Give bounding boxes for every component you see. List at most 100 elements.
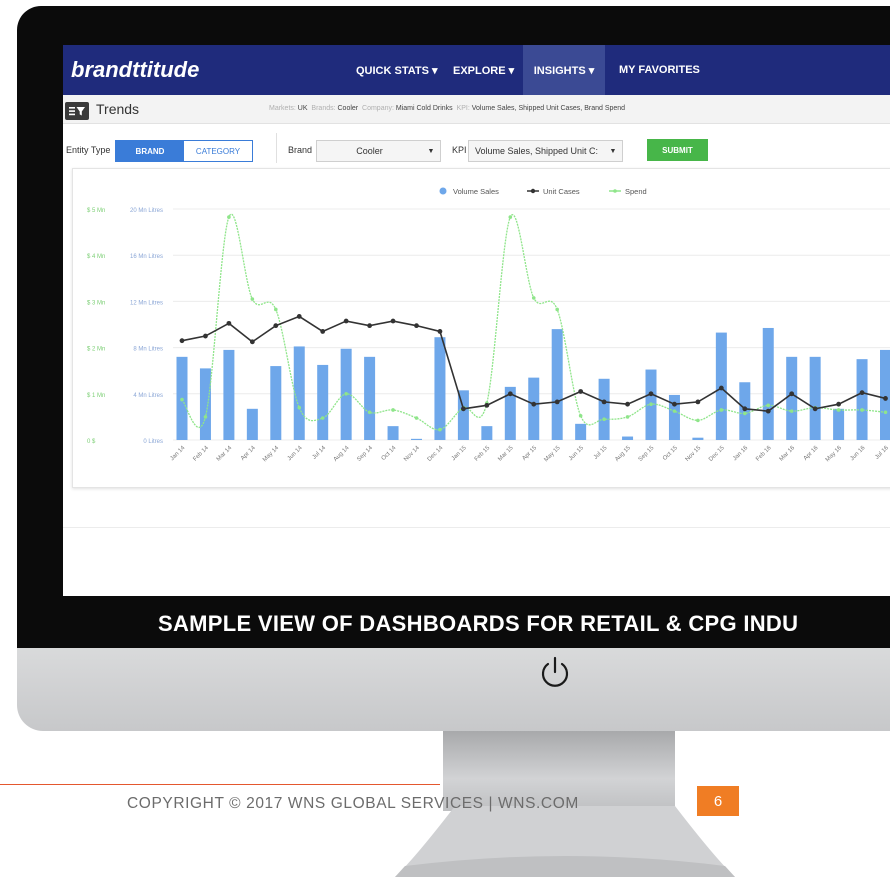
bar-volume-sales (434, 337, 446, 440)
point-spend (367, 410, 372, 415)
point-spend (227, 215, 231, 219)
x-tick-label: Feb 14 (192, 445, 210, 463)
crumb-value: Volume Sales, Shipped Unit Cases, Brand … (471, 105, 626, 112)
x-tick-label: Jan 14 (169, 445, 186, 462)
x-tick-label: Sep 14 (356, 445, 374, 463)
chevron-down-icon: ▼ (427, 147, 435, 155)
x-tick-label: Nov 14 (403, 445, 421, 463)
bar-volume-sales (270, 366, 282, 440)
bar-volume-sales (880, 349, 890, 440)
point-spend (438, 427, 442, 432)
point-unit-cases (648, 391, 654, 397)
bar-volume-sales (856, 359, 868, 440)
bar-volume-sales (762, 327, 774, 440)
trends-chart: 0 $ 0 Litres $ 1 Mn 4 Mn Litres $ 2 Mn 8 Mn L… (87, 187, 890, 464)
divider (63, 527, 890, 528)
point-spend (672, 409, 677, 413)
x-tick-label: Jun 16 (849, 445, 866, 462)
y-right-tick-label: 16 Mn Litres (130, 254, 163, 260)
point-unit-cases (859, 390, 865, 396)
crumb-key: Brands: (311, 105, 336, 112)
nav-explore[interactable]: EXPLORE ▾ (442, 45, 525, 95)
crumb-key: KPI: (456, 105, 470, 112)
bar-volume-sales (293, 346, 305, 440)
x-tick-label: Apr 15 (521, 445, 538, 462)
brand-select-value: Cooler (356, 146, 383, 156)
filter-toggle-icon[interactable] (65, 102, 89, 120)
point-spend (719, 408, 724, 412)
entity-category-button[interactable]: CATEGORY (184, 141, 252, 161)
slide-caption: SAMPLE VIEW OF DASHBOARDS FOR RETAIL & C… (158, 611, 799, 636)
x-tick-label: Feb 16 (755, 445, 773, 463)
x-tick-label: Aug 15 (614, 445, 632, 463)
point-unit-cases (273, 323, 279, 329)
x-tick-label: Sep 15 (638, 445, 656, 463)
y-right-tick-label: 12 Mn Litres (130, 300, 163, 306)
x-tick-label: Jan 16 (732, 445, 749, 462)
point-spend (250, 297, 255, 301)
legend-label: Unit Cases (543, 187, 580, 196)
point-spend (625, 415, 630, 419)
point-unit-cases (883, 396, 888, 401)
monitor-chin (17, 648, 890, 731)
point-spend (391, 408, 395, 412)
x-tick-label: Feb 15 (474, 445, 492, 463)
submit-button[interactable]: SUBMIT (647, 139, 708, 161)
point-unit-cases (437, 329, 443, 334)
point-spend (696, 418, 700, 423)
footer-copyright: COPYRIGHT © 2017 WNS GLOBAL SERVICES | W… (127, 795, 579, 812)
point-unit-cases (203, 333, 208, 339)
bar-volume-sales (387, 426, 399, 440)
point-spend (320, 416, 325, 420)
y-right-tick-label: 8 Mn Litres (133, 347, 163, 353)
x-tick-label: Jul 16 (874, 445, 890, 461)
kpi-label: KPI (452, 145, 467, 155)
x-tick-label: Apr 14 (240, 445, 257, 462)
bar-volume-sales (481, 426, 493, 440)
legend-unit-icon (530, 188, 536, 194)
point-unit-cases (507, 391, 513, 397)
point-spend (649, 402, 653, 406)
point-spend (180, 397, 184, 402)
nav-insights[interactable]: INSIGHTS ▾ (523, 45, 605, 95)
point-spend (274, 307, 278, 312)
legend-spend-icon (613, 189, 617, 193)
point-spend (414, 416, 419, 420)
nav-my-favorites[interactable]: MY FAVORITES (608, 45, 711, 95)
point-unit-cases (320, 329, 326, 334)
x-tick-label: Oct 15 (662, 445, 679, 462)
x-tick-label: May 15 (543, 445, 562, 464)
dashboard-screen: brandttitude QUICK STATS ▾ EXPLORE ▾ INS… (63, 45, 890, 596)
point-unit-cases (249, 339, 255, 345)
bar-volume-sales (223, 349, 235, 440)
bar-volume-sales (809, 356, 821, 440)
bar-volume-sales (575, 423, 587, 440)
x-tick-label: Jan 15 (451, 445, 468, 462)
nav-quick-stats[interactable]: QUICK STATS ▾ (345, 45, 449, 95)
kpi-select[interactable]: Volume Sales, Shipped Unit C: ▼ (468, 140, 623, 162)
x-tick-label: Mar 14 (216, 445, 234, 463)
entity-brand-button[interactable]: BRAND (116, 141, 184, 161)
point-unit-cases (343, 318, 349, 324)
point-spend (555, 307, 559, 312)
point-spend (578, 413, 583, 418)
bar-volume-sales (786, 356, 798, 440)
point-unit-cases (554, 399, 560, 405)
y-right-tick-label: 0 Litres (143, 439, 163, 445)
monitor-base (395, 806, 735, 877)
x-tick-label: Jun 14 (287, 445, 304, 462)
brand-label: Brand (288, 145, 313, 155)
crumb-value: Miami Cold Drinks (395, 105, 453, 112)
x-tick-label: Dec 15 (708, 445, 726, 463)
brand-select[interactable]: Cooler ▼ (316, 140, 441, 162)
filter-breadcrumb: Markets: UK Brands: Cooler Company: Miam… (269, 105, 625, 112)
legend-label: Spend (625, 187, 647, 196)
page-title: Trends (96, 101, 140, 117)
point-unit-cases (601, 399, 607, 405)
x-tick-label: Apr 16 (803, 445, 820, 462)
crumb-value: Cooler (337, 105, 359, 112)
point-unit-cases (765, 408, 771, 414)
x-tick-label: Jun 15 (568, 445, 585, 462)
point-unit-cases (836, 401, 841, 407)
point-unit-cases (414, 323, 419, 329)
